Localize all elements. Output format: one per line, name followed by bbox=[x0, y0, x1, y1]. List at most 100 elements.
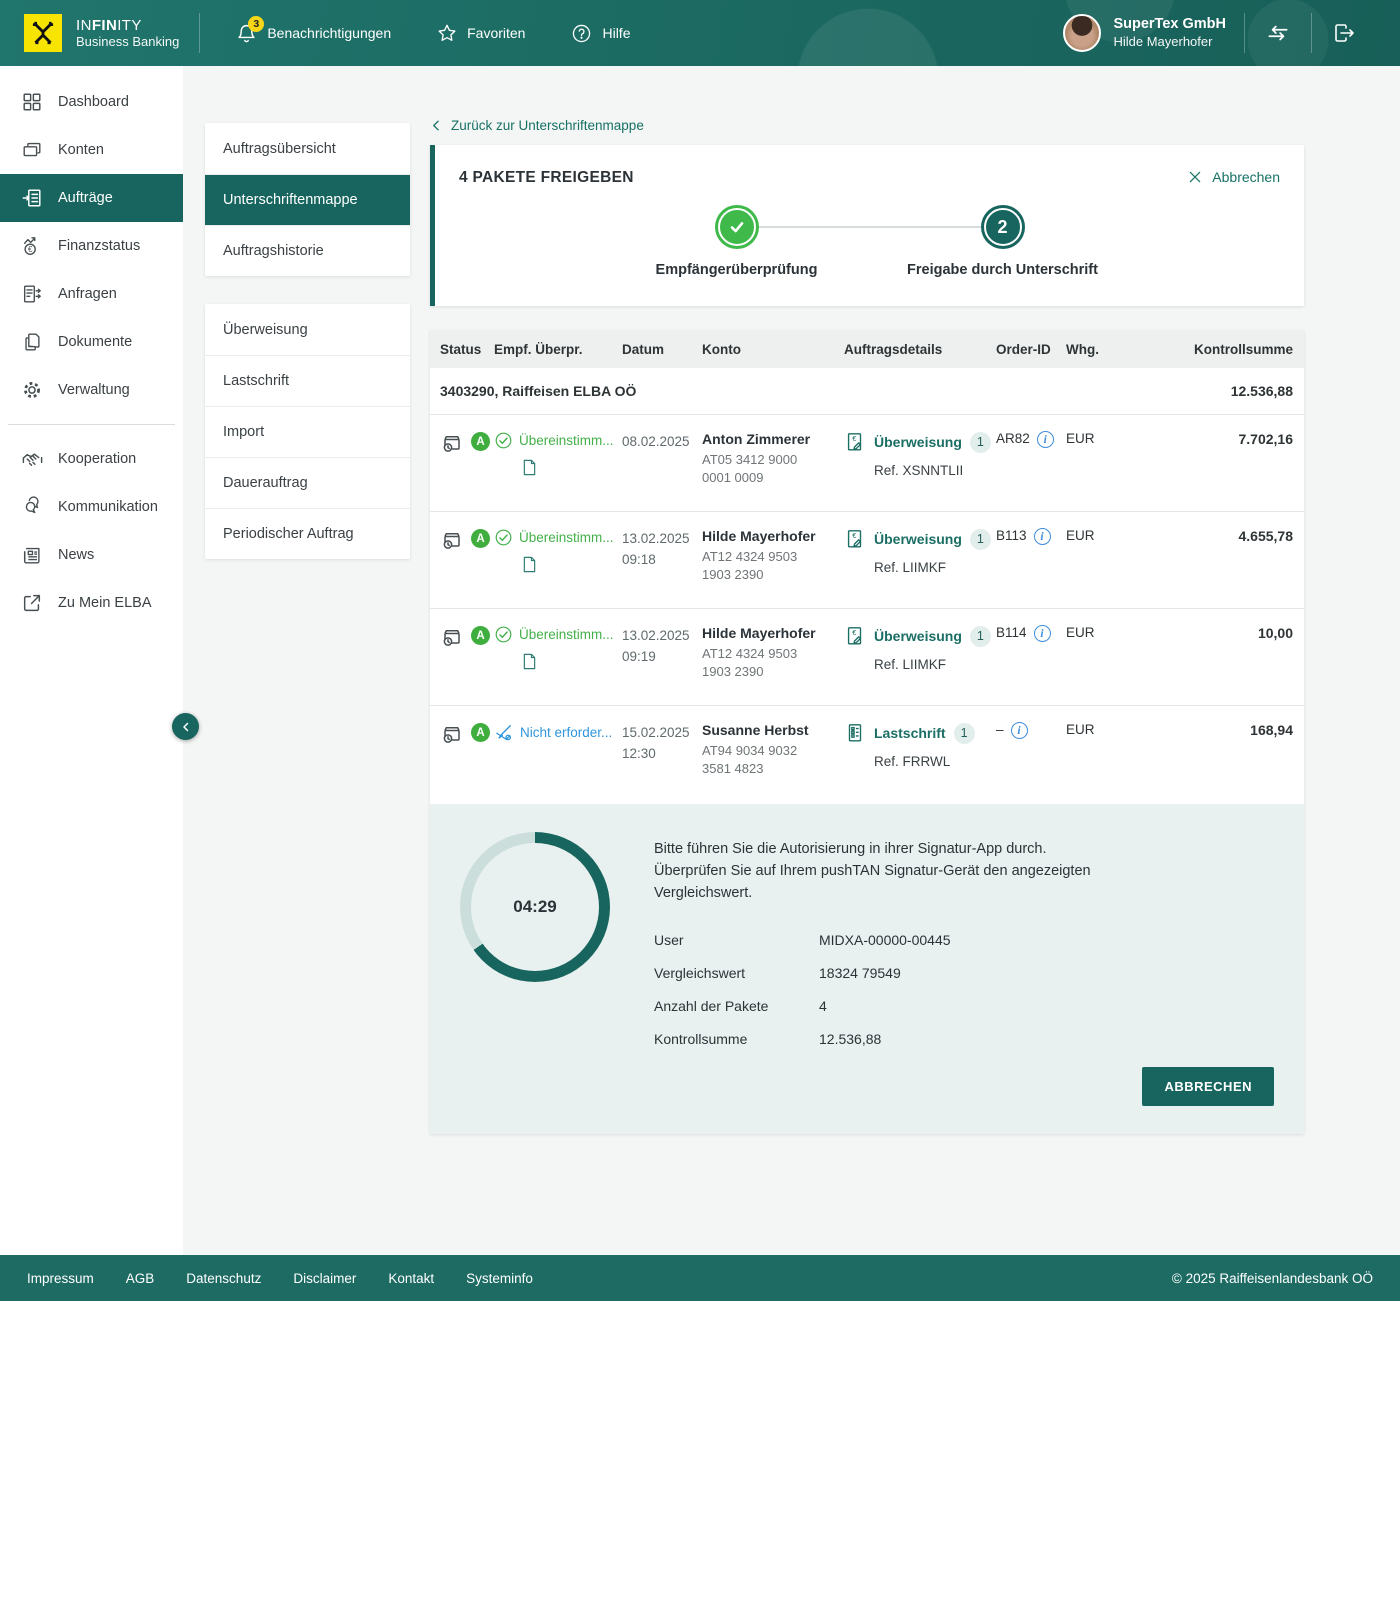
sidebar-item-auftraege[interactable]: Aufträge bbox=[0, 174, 183, 222]
status-cell: A bbox=[440, 722, 494, 802]
order-reference: Ref. XSNNTLII bbox=[874, 463, 996, 478]
order-id-cell: AR82 i bbox=[996, 431, 1066, 511]
status-a-badge: A bbox=[471, 723, 490, 742]
content-area: Auftragsübersicht Unterschriftenmappe Au… bbox=[183, 66, 1400, 1255]
footer-link-disclaimer[interactable]: Disclaimer bbox=[293, 1271, 356, 1286]
sidebar-item-dokumente[interactable]: Dokumente bbox=[0, 318, 183, 366]
submenu-item-label: Periodischer Auftrag bbox=[223, 526, 354, 542]
submenu-item-label: Import bbox=[223, 424, 264, 440]
help-button[interactable]: Hilfe bbox=[571, 23, 630, 44]
submenu-item-auftragshistorie[interactable]: Auftragshistorie bbox=[205, 225, 410, 276]
sidebar-item-dashboard[interactable]: Dashboard bbox=[0, 78, 183, 126]
document-icon[interactable] bbox=[520, 555, 622, 574]
page-title: 4 PAKETE FREIGEBEN bbox=[459, 169, 1280, 187]
scheduled-order-icon bbox=[440, 625, 464, 649]
notifications-button[interactable]: 3 Benachrichtigungen bbox=[236, 23, 391, 44]
table-row[interactable]: A Übereinstimm... 13.02.2025 09:18 bbox=[430, 511, 1304, 608]
sidebar-item-verwaltung[interactable]: Verwaltung bbox=[0, 366, 183, 414]
column-header: Empf. Überpr. bbox=[494, 342, 622, 357]
submenu-item-label: Überweisung bbox=[223, 322, 308, 338]
sidebar-item-label: Dokumente bbox=[58, 334, 132, 350]
status-cell: A bbox=[440, 528, 494, 608]
document-icon[interactable] bbox=[520, 652, 622, 671]
top-right: SuperTex GmbH Hilde Mayerhofer bbox=[1063, 13, 1400, 53]
sidebar-item-kommunikation[interactable]: Kommunikation bbox=[0, 483, 183, 531]
user-avatar[interactable] bbox=[1063, 14, 1101, 52]
info-icon[interactable]: i bbox=[1034, 528, 1051, 545]
date-cell: 13.02.2025 09:19 bbox=[622, 625, 702, 705]
main-column: Zurück zur Unterschriftenmappe 4 PAKETE … bbox=[430, 66, 1304, 1255]
details-cell: € Überweisung 1 Ref. LIIMKF bbox=[844, 528, 996, 608]
back-link[interactable]: Zurück zur Unterschriftenmappe bbox=[430, 118, 644, 133]
account-group-label: 3403290, Raiffeisen ELBA OÖ bbox=[440, 383, 636, 399]
step-2-number: 2 bbox=[997, 217, 1007, 238]
footer-link-kontakt[interactable]: Kontakt bbox=[388, 1271, 434, 1286]
field-value: 4 bbox=[819, 998, 827, 1014]
submenu-item-ueberweisung[interactable]: Überweisung bbox=[205, 304, 410, 355]
status-a-badge: A bbox=[471, 529, 490, 548]
sidebar-item-kooperation[interactable]: Kooperation bbox=[0, 435, 183, 483]
order-type: Lastschrift bbox=[874, 725, 946, 741]
countdown-ring: 04:29 bbox=[460, 832, 610, 982]
sidebar-item-finanzstatus[interactable]: € Finanzstatus bbox=[0, 222, 183, 270]
order-date: 13.02.2025 bbox=[622, 625, 702, 646]
favorites-button[interactable]: Favoriten bbox=[437, 23, 525, 43]
sidebar-item-label: Anfragen bbox=[58, 286, 117, 302]
cancel-link[interactable]: Abbrechen bbox=[1187, 169, 1280, 185]
document-icon[interactable] bbox=[520, 458, 622, 477]
verification-cell: Übereinstimm... bbox=[494, 528, 622, 608]
cancel-link-label: Abbrechen bbox=[1212, 169, 1280, 185]
scheduled-order-icon bbox=[440, 722, 464, 746]
order-count-badge: 1 bbox=[970, 432, 991, 453]
abort-button[interactable]: ABBRECHEN bbox=[1142, 1067, 1274, 1106]
documents-icon bbox=[20, 330, 44, 354]
order-id: B114 bbox=[996, 625, 1027, 640]
footer-link-datenschutz[interactable]: Datenschutz bbox=[186, 1271, 261, 1286]
sidebar-item-anfragen[interactable]: Anfragen bbox=[0, 270, 183, 318]
order-time: 09:18 bbox=[622, 549, 702, 570]
sidebar-item-zu-mein-elba[interactable]: Zu Mein ELBA bbox=[0, 579, 183, 627]
sidebar-collapse-button[interactable] bbox=[172, 713, 199, 740]
brand-text: INFINITY Business Banking bbox=[76, 17, 179, 49]
sidebar-item-label: Konten bbox=[58, 142, 104, 158]
switch-account-button[interactable] bbox=[1245, 20, 1311, 46]
account-iban: AT12 4324 9503 1903 2390 bbox=[702, 548, 822, 584]
info-icon[interactable]: i bbox=[1011, 722, 1028, 739]
footer-links: Impressum AGB Datenschutz Disclaimer Kon… bbox=[27, 1271, 1172, 1286]
table-row[interactable]: A Übereinstimm... 13.02.2025 09:19 bbox=[430, 608, 1304, 705]
brand: INFINITY Business Banking bbox=[0, 13, 200, 53]
check-circle-icon bbox=[494, 431, 513, 450]
column-header: Order-ID bbox=[996, 342, 1066, 357]
app-body: Dashboard Konten Aufträge € Finanzstatus… bbox=[0, 66, 1400, 1255]
dashboard-icon bbox=[20, 90, 44, 114]
field-value: 12.536,88 bbox=[819, 1031, 881, 1047]
submenu-item-periodischer-auftrag[interactable]: Periodischer Auftrag bbox=[205, 508, 410, 559]
sidebar-item-news[interactable]: News bbox=[0, 531, 183, 579]
amount-cell: 4.655,78 bbox=[1122, 528, 1293, 608]
footer-link-systeminfo[interactable]: Systeminfo bbox=[466, 1271, 533, 1286]
logout-button[interactable] bbox=[1312, 21, 1376, 45]
table-row[interactable]: A Übereinstimm... 08.02.2025 bbox=[430, 414, 1304, 511]
submenu-item-lastschrift[interactable]: Lastschrift bbox=[205, 355, 410, 406]
svg-text:€: € bbox=[852, 434, 856, 443]
user-block[interactable]: SuperTex GmbH Hilde Mayerhofer bbox=[1113, 16, 1226, 50]
accounts-icon bbox=[20, 138, 44, 162]
info-icon[interactable]: i bbox=[1037, 431, 1054, 448]
submenu-item-dauerauftrag[interactable]: Dauerauftrag bbox=[205, 457, 410, 508]
submenu-item-import[interactable]: Import bbox=[205, 406, 410, 457]
info-icon[interactable]: i bbox=[1034, 625, 1051, 642]
footer-link-agb[interactable]: AGB bbox=[126, 1271, 155, 1286]
submenu-item-auftragsuebersicht[interactable]: Auftragsübersicht bbox=[205, 123, 410, 174]
chevron-left-icon bbox=[430, 119, 443, 132]
submenu-item-unterschriftenmappe[interactable]: Unterschriftenmappe bbox=[205, 174, 410, 225]
footer-link-impressum[interactable]: Impressum bbox=[27, 1271, 94, 1286]
star-icon bbox=[437, 23, 457, 43]
favorites-label: Favoriten bbox=[467, 25, 525, 41]
sidebar: Dashboard Konten Aufträge € Finanzstatus… bbox=[0, 66, 183, 1255]
table-row[interactable]: A Nicht erforder... 15.02.2025 12:30 Sus… bbox=[430, 705, 1304, 802]
sidebar-item-label: Kooperation bbox=[58, 451, 136, 467]
sidebar-item-konten[interactable]: Konten bbox=[0, 126, 183, 174]
signature-field-kontrollsumme: Kontrollsumme 12.536,88 bbox=[654, 1031, 1094, 1047]
status-cell: A bbox=[440, 625, 494, 705]
check-circle-icon bbox=[494, 528, 513, 547]
